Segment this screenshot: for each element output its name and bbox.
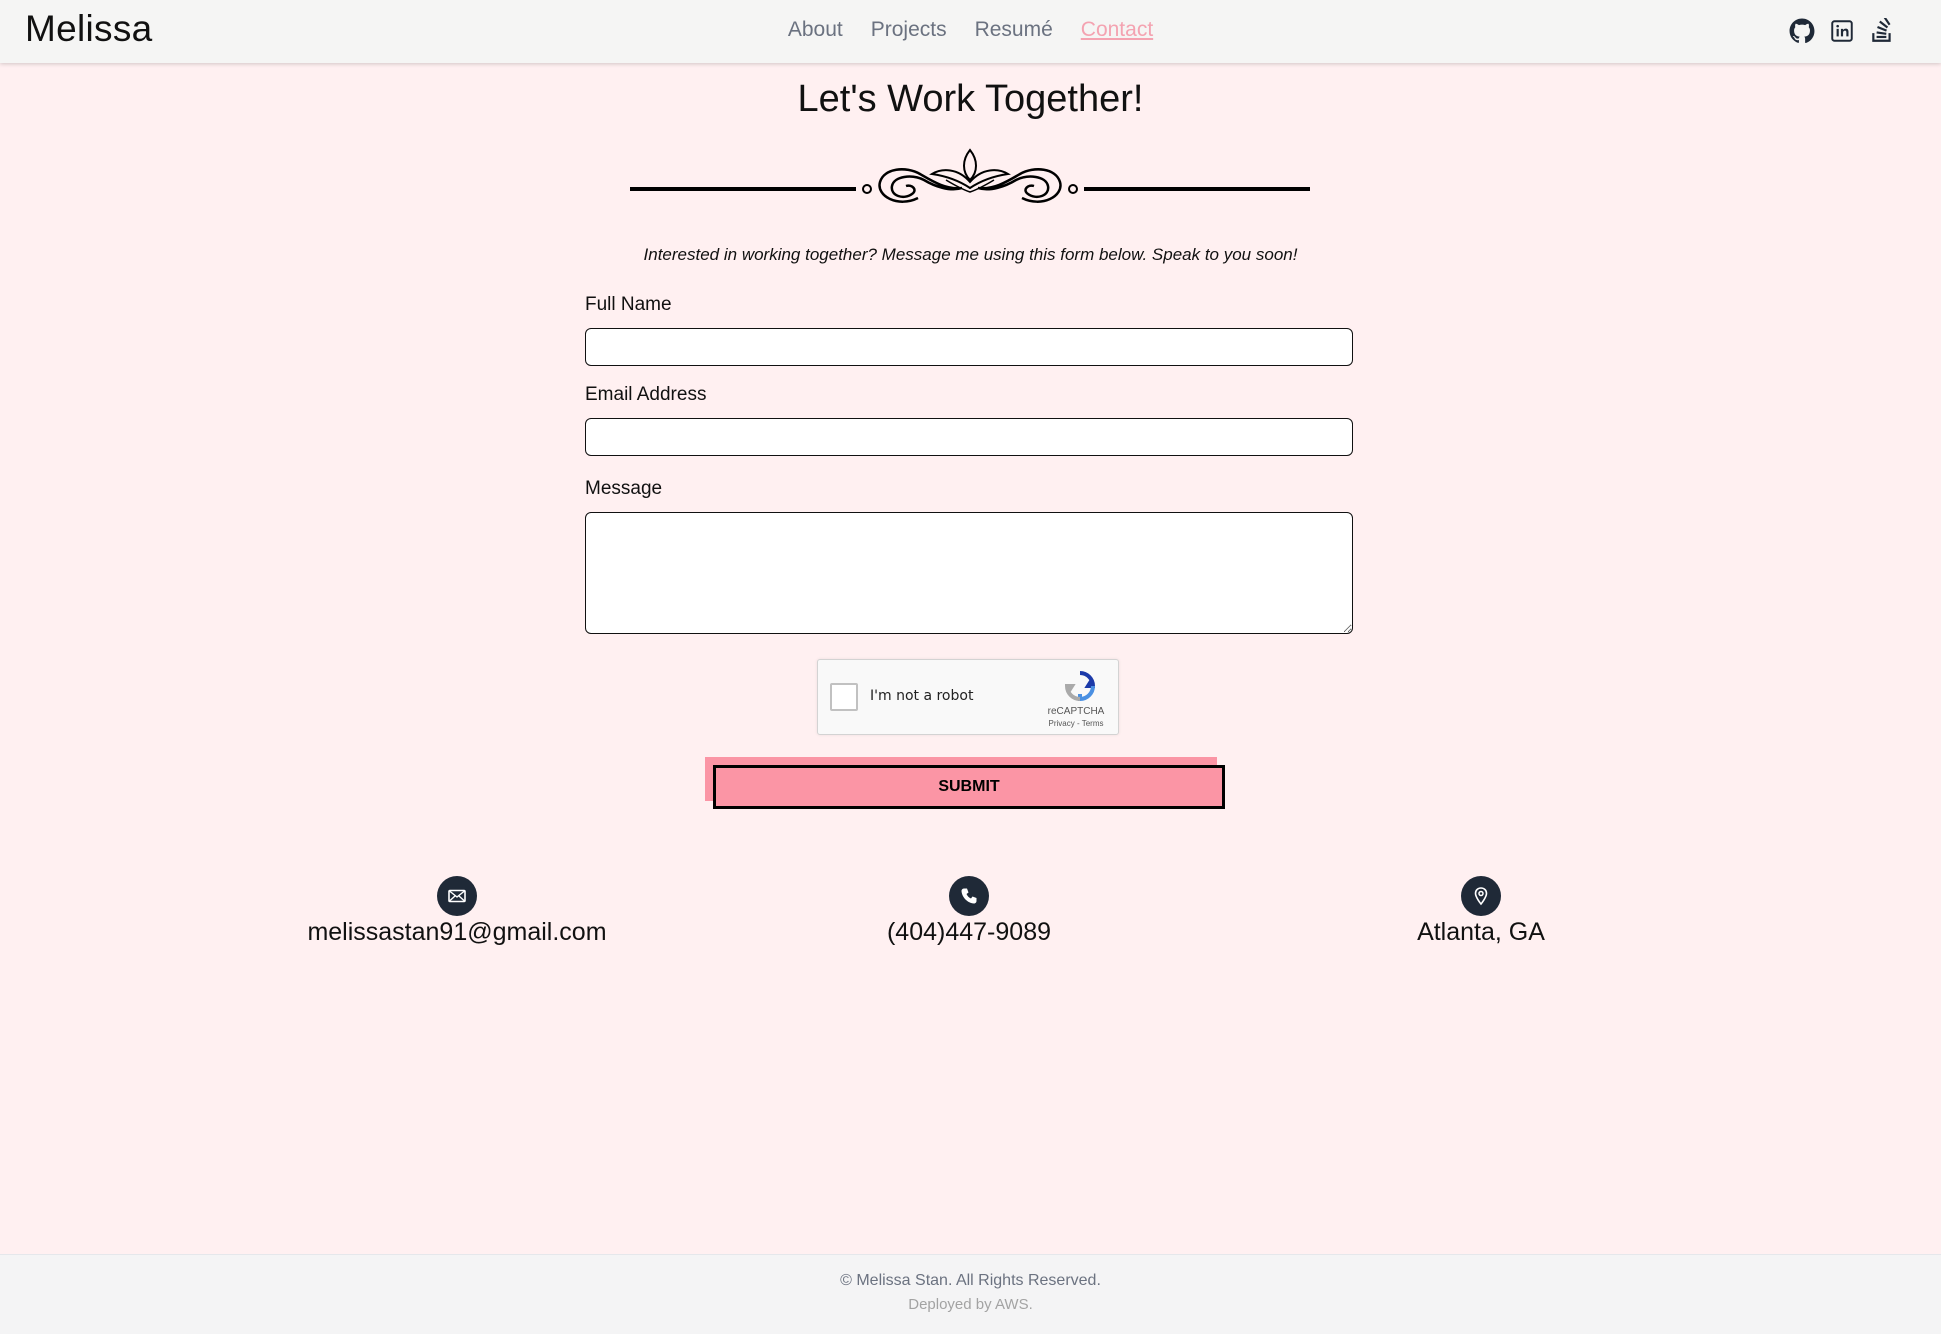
nav-resume-link[interactable]: Resumé (975, 18, 1053, 42)
contact-location: Atlanta, GA (1281, 876, 1681, 947)
contact-email: melissastan91@gmail.com (257, 876, 657, 947)
message-textarea[interactable] (585, 512, 1353, 634)
recaptcha-logo-icon (1064, 671, 1096, 702)
full-name-label: Full Name (585, 294, 672, 315)
phone-icon (949, 876, 989, 916)
deployed-text: Deployed by AWS. (908, 1296, 1033, 1313)
footer: © Melissa Stan. All Rights Reserved. Dep… (0, 1254, 1941, 1334)
nav-about-link[interactable]: About (788, 18, 843, 42)
recaptcha-links[interactable]: Privacy - Terms (1046, 719, 1106, 728)
nav-links: About Projects Resumé Contact (0, 18, 1941, 42)
stackoverflow-icon[interactable] (1869, 18, 1895, 44)
recaptcha-checkbox[interactable] (830, 683, 858, 711)
linkedin-icon[interactable] (1829, 18, 1855, 44)
map-pin-icon (1461, 876, 1501, 916)
nav-contact-link[interactable]: Contact (1081, 18, 1153, 42)
location-value: Atlanta, GA (1417, 918, 1545, 946)
recaptcha-label: I'm not a robot (870, 688, 974, 704)
nav-projects-link[interactable]: Projects (871, 18, 947, 42)
message-label: Message (585, 478, 663, 499)
flourish-divider (630, 148, 1310, 203)
intro-text: Interested in working together? Message … (643, 245, 1298, 264)
recaptcha-brand: reCAPTCHA (1047, 706, 1105, 717)
email-value[interactable]: melissastan91@gmail.com (257, 918, 657, 947)
github-icon[interactable] (1789, 18, 1815, 44)
full-name-input[interactable] (585, 328, 1353, 366)
submit-button[interactable]: SUBMIT (713, 765, 1225, 809)
mail-icon (437, 876, 477, 916)
recaptcha-widget: I'm not a robot reCAPTCHA Privacy - Term… (817, 659, 1119, 735)
email-input[interactable] (585, 418, 1353, 456)
navbar: Melissa About Projects Resumé Contact (0, 0, 1941, 63)
copyright-text: © Melissa Stan. All Rights Reserved. (840, 1272, 1101, 1289)
phone-value[interactable]: (404)447-9089 (769, 918, 1169, 947)
email-label: Email Address (585, 384, 707, 405)
contact-phone: (404)447-9089 (769, 876, 1169, 947)
page-title: Let's Work Together! (797, 78, 1144, 120)
social-links (1789, 18, 1895, 44)
